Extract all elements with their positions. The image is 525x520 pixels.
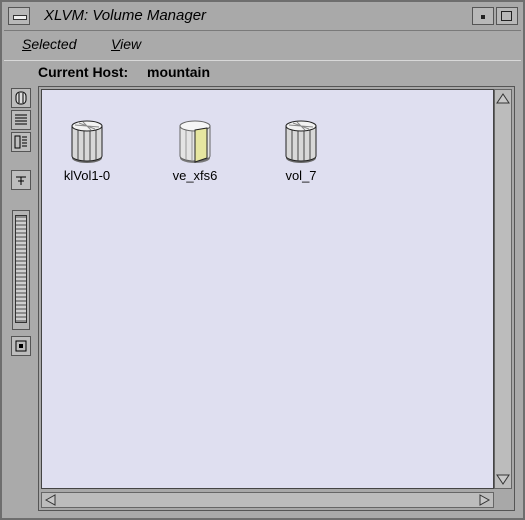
volume-canvas-frame: klVol1-0 ve_xfs6 vol_7 bbox=[38, 86, 515, 511]
menu-view[interactable]: View bbox=[111, 36, 141, 52]
window-menu-icon bbox=[13, 15, 27, 20]
menu-selected[interactable]: Selected bbox=[22, 36, 77, 52]
horizontal-scrollbar[interactable] bbox=[41, 492, 494, 508]
current-host-value: mountain bbox=[147, 64, 210, 80]
menu-bar: Selected View bbox=[4, 32, 521, 58]
scroll-down-icon[interactable] bbox=[495, 473, 511, 487]
host-row: Current Host: mountain bbox=[4, 60, 521, 85]
left-toolbar bbox=[6, 86, 36, 512]
detail-view-button[interactable] bbox=[11, 132, 31, 152]
volume-name: klVol1-0 bbox=[63, 168, 111, 183]
scroll-up-icon[interactable] bbox=[495, 91, 511, 105]
window-title: XLVM: Volume Manager bbox=[44, 7, 207, 24]
scroll-right-icon[interactable] bbox=[478, 493, 492, 507]
minimize-button[interactable] bbox=[472, 7, 494, 25]
list-view-button[interactable] bbox=[11, 110, 31, 130]
volume-canvas[interactable]: klVol1-0 ve_xfs6 vol_7 bbox=[41, 89, 494, 489]
disk-volume-icon bbox=[285, 120, 317, 163]
volume-item[interactable]: ve_xfs6 bbox=[160, 118, 230, 183]
hierarchy-button[interactable] bbox=[11, 170, 31, 190]
zoom-slider-thumb[interactable] bbox=[15, 215, 27, 323]
maximize-button[interactable] bbox=[496, 7, 518, 25]
title-bar[interactable]: XLVM: Volume Manager bbox=[4, 4, 521, 31]
volume-name: ve_xfs6 bbox=[172, 168, 218, 183]
vertical-scrollbar[interactable] bbox=[494, 89, 512, 489]
scroll-left-icon[interactable] bbox=[43, 493, 57, 507]
volume-view-button[interactable] bbox=[11, 88, 31, 108]
minimize-icon bbox=[481, 15, 485, 19]
maximize-icon bbox=[501, 11, 512, 21]
volume-view-icon bbox=[15, 91, 27, 105]
volume-item[interactable]: vol_7 bbox=[266, 118, 336, 183]
volume-name: vol_7 bbox=[285, 168, 317, 183]
hierarchy-icon bbox=[16, 176, 26, 185]
volume-item[interactable]: klVol1-0 bbox=[52, 118, 122, 183]
detail-view-icon bbox=[14, 135, 27, 149]
fit-icon bbox=[15, 340, 27, 352]
list-view-icon bbox=[15, 114, 27, 125]
current-host-label: Current Host: bbox=[38, 64, 129, 80]
zoom-slider[interactable] bbox=[12, 210, 30, 330]
window-menu-button[interactable] bbox=[8, 7, 30, 25]
fit-button[interactable] bbox=[11, 336, 31, 356]
app-window: XLVM: Volume Manager Selected View Curre… bbox=[0, 0, 525, 520]
disk-volume-open-icon bbox=[179, 120, 211, 163]
disk-volume-icon bbox=[71, 120, 103, 163]
